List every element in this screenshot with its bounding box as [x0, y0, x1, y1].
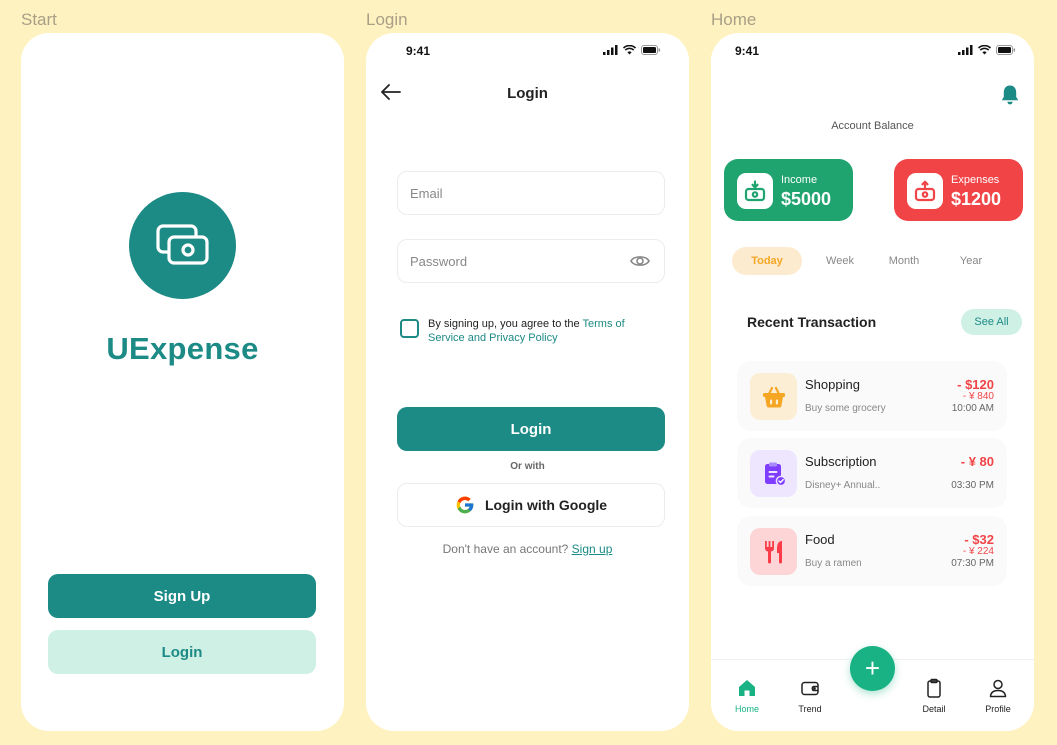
status-bar: 9:41	[366, 44, 689, 60]
start-screen: UExpense Sign Up Login	[21, 33, 344, 731]
transaction-icon-wrap	[750, 528, 797, 575]
income-amount: $5000	[781, 189, 832, 209]
app-logo	[129, 192, 236, 299]
frame-label-login: Login	[366, 10, 408, 29]
transaction-icon-wrap	[750, 373, 797, 420]
income-label: Income	[781, 174, 818, 186]
nav-profile[interactable]: Profile	[973, 678, 1023, 714]
or-with-divider: Or with	[510, 461, 545, 472]
transaction-name: Shopping	[805, 377, 860, 392]
signup-button[interactable]: Sign Up	[48, 574, 316, 618]
google-login-button[interactable]: Login with Google	[397, 483, 665, 527]
status-bar: 9:41	[711, 44, 1034, 60]
signup-link[interactable]: Sign up	[572, 542, 613, 556]
signal-icon	[603, 45, 618, 55]
google-logo-icon	[456, 496, 474, 514]
login-button[interactable]: Login	[48, 630, 316, 674]
subscription-icon	[764, 462, 786, 486]
terms-prefix: By signing up, you agree to the	[428, 318, 583, 330]
expense-icon	[914, 180, 936, 202]
income-icon-wrap	[737, 173, 773, 209]
transaction-time: 07:30 PM	[951, 558, 994, 569]
tab-today[interactable]: Today	[732, 247, 802, 275]
nav-label: Detail	[922, 704, 946, 714]
income-card[interactable]: Income $5000	[724, 159, 853, 221]
app-name: UExpense	[106, 331, 259, 366]
tab-week[interactable]: Week	[815, 247, 865, 275]
transaction-amount: - $32	[964, 532, 994, 547]
eye-icon[interactable]	[630, 253, 650, 269]
nav-label: Profile	[985, 704, 1011, 714]
status-time: 9:41	[735, 44, 760, 58]
google-button-label: Login with Google	[484, 497, 608, 513]
email-field[interactable]	[397, 171, 665, 215]
see-all-button[interactable]: See All	[961, 309, 1022, 335]
recent-transaction-title: Recent Transaction	[747, 314, 877, 330]
income-icon	[744, 180, 766, 202]
wifi-icon	[978, 45, 991, 55]
bell-icon[interactable]	[1000, 84, 1020, 106]
transaction-desc: Disney+ Annual..	[805, 480, 881, 491]
password-field[interactable]	[397, 239, 665, 283]
transaction-sub-amount: - ¥ 840	[962, 391, 994, 402]
wallet-icon	[801, 681, 819, 696]
period-tabs: Today Week Month Year	[731, 247, 1014, 275]
expenses-card[interactable]: Expenses $1200	[894, 159, 1023, 221]
transaction-sub-amount: - ¥ 224	[962, 546, 994, 557]
page-title: Login	[507, 85, 548, 102]
login-screen: 9:41 Login By signing up, you agree to t…	[366, 33, 689, 731]
password-input[interactable]	[410, 240, 620, 282]
money-icon	[155, 223, 209, 265]
terms-text: By signing up, you agree to the Terms of…	[428, 317, 663, 345]
signal-icon	[958, 45, 973, 55]
battery-icon	[996, 45, 1016, 55]
clipboard-icon	[927, 678, 941, 698]
transaction-row[interactable]: Shopping Buy some grocery - $120 - ¥ 840…	[737, 361, 1007, 431]
nav-label: Trend	[798, 704, 822, 714]
bottom-nav: Home Trend + Detail Profile	[711, 646, 1034, 731]
status-icons	[603, 45, 661, 55]
terms-checkbox[interactable]	[400, 319, 419, 338]
transaction-desc: Buy a ramen	[805, 558, 862, 569]
transaction-desc: Buy some grocery	[805, 403, 886, 414]
nav-trend[interactable]: Trend	[785, 678, 835, 714]
user-icon	[989, 679, 1007, 698]
transaction-time: 03:30 PM	[951, 480, 994, 491]
nav-home[interactable]: Home	[722, 678, 772, 714]
transaction-name: Subscription	[805, 454, 877, 469]
status-time: 9:41	[406, 44, 431, 58]
expenses-label: Expenses	[951, 174, 1000, 186]
transaction-name: Food	[805, 532, 835, 547]
signup-prompt: Don't have an account? Sign up	[366, 542, 689, 556]
shopping-basket-icon	[762, 386, 785, 407]
balance-label: Account Balance	[831, 120, 914, 132]
login-header: Login	[366, 83, 689, 105]
email-input[interactable]	[410, 172, 620, 214]
tab-month[interactable]: Month	[879, 247, 929, 275]
wifi-icon	[623, 45, 636, 55]
fork-knife-icon	[764, 540, 782, 563]
nav-detail[interactable]: Detail	[909, 678, 959, 714]
transaction-row[interactable]: Subscription Disney+ Annual.. - ¥ 80 03:…	[737, 438, 1007, 508]
home-icon	[739, 680, 755, 696]
transaction-amount: - ¥ 80	[960, 454, 994, 469]
battery-icon	[641, 45, 661, 55]
frame-label-home: Home	[711, 10, 757, 29]
transaction-amount: - $120	[957, 377, 994, 392]
status-icons	[958, 45, 1016, 55]
transaction-time: 10:00 AM	[951, 403, 994, 414]
home-screen: 9:41 Account Balance Income $5000 Expens…	[711, 33, 1034, 731]
expense-icon-wrap	[907, 173, 943, 209]
add-transaction-button[interactable]: +	[850, 646, 895, 691]
expenses-amount: $1200	[951, 189, 1002, 209]
frame-label-start: Start	[21, 10, 57, 29]
nav-label: Home	[734, 704, 759, 714]
transaction-row[interactable]: Food Buy a ramen - $32 - ¥ 224 07:30 PM	[737, 516, 1007, 586]
transaction-icon-wrap	[750, 450, 797, 497]
tab-year[interactable]: Year	[946, 247, 996, 275]
login-submit-button[interactable]: Login	[397, 407, 665, 451]
no-account-text: Don't have an account?	[442, 542, 572, 556]
